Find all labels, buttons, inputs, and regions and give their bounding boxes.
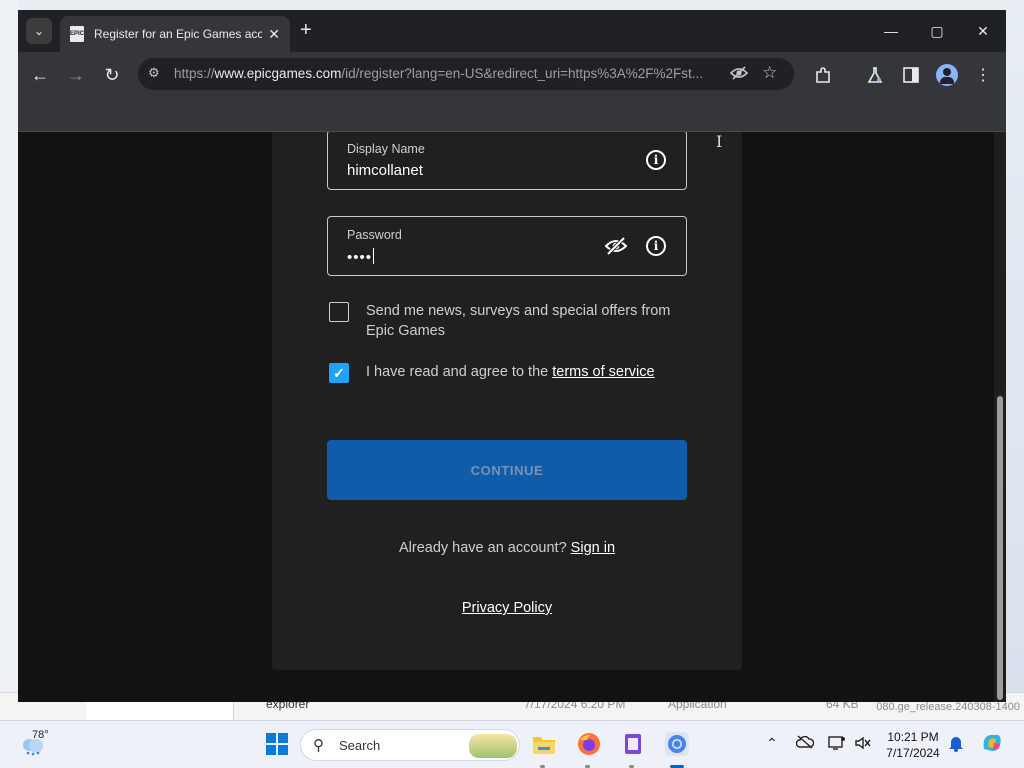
url-prefix: https://	[174, 66, 215, 81]
signin-prefix: Already have an account?	[398, 540, 571, 556]
bookmarks-bar	[18, 98, 1006, 132]
clock-time: 10:21 PM	[887, 730, 939, 744]
weather-temperature: 78°	[32, 729, 49, 741]
browser-window: ⌄ EPIC Register for an Epic Games accoun…	[18, 10, 1006, 702]
system-clock[interactable]: 10:21 PM 7/17/2024	[880, 729, 946, 761]
close-window-button[interactable]: ✕	[960, 10, 1006, 52]
password-value[interactable]: ••••	[347, 248, 375, 266]
url-text[interactable]: https://www.epicgames.com/id/register?la…	[174, 66, 734, 81]
labs-flask-icon[interactable]	[864, 64, 886, 86]
chevron-down-icon: ⌄	[33, 24, 45, 38]
continue-button[interactable]: CONTINUE	[327, 440, 687, 500]
display-name-label: Display Name	[347, 142, 425, 156]
info-icon[interactable]: i	[646, 150, 666, 170]
file-explorer-icon[interactable]	[531, 731, 557, 757]
close-tab-icon[interactable]: ✕	[268, 26, 280, 43]
password-field[interactable]: Password •••• i	[327, 216, 687, 276]
minimize-icon: —	[884, 23, 898, 39]
chevron-up-icon[interactable]: ⌃	[766, 735, 778, 752]
build-watermark: 080.ge_release.240308-1400	[876, 701, 1020, 713]
password-label: Password	[347, 228, 402, 242]
volume-muted-icon[interactable]	[854, 735, 872, 754]
desktop-left-edge	[0, 0, 18, 720]
register-card: Display Name himcollanet i Password ••••…	[272, 132, 742, 670]
checkmark-icon: ✓	[333, 364, 345, 381]
start-button[interactable]	[264, 731, 290, 757]
address-bar[interactable]: ⚙ https://www.epicgames.com/id/register?…	[138, 58, 794, 90]
page-viewport: Display Name himcollanet i Password ••••…	[18, 132, 1006, 702]
display-name-field[interactable]: Display Name himcollanet i	[327, 132, 687, 190]
sign-in-link[interactable]: Sign in	[571, 540, 615, 556]
scrollbar-thumb[interactable]	[997, 396, 1003, 700]
new-tab-icon[interactable]: +	[300, 20, 312, 40]
maximize-button[interactable]: ▢	[914, 10, 960, 52]
clock-date: 7/17/2024	[886, 746, 940, 760]
bookmark-star-icon[interactable]: ☆	[762, 63, 777, 83]
tab-epic-register[interactable]: EPIC Register for an Epic Games account …	[60, 16, 290, 52]
terms-checkbox-row[interactable]: ✓ I have read and agree to the terms of …	[329, 362, 689, 383]
tab-search-button[interactable]: ⌄	[26, 18, 52, 44]
text-caret	[373, 248, 375, 264]
browser-toolbar: ← → ↻ ⚙ https://www.epicgames.com/id/reg…	[18, 52, 1006, 98]
onedrive-cloud-icon[interactable]	[795, 735, 815, 752]
epic-favicon-icon: EPIC	[70, 26, 84, 42]
newsletter-checkbox-row[interactable]: Send me news, surveys and special offers…	[329, 301, 689, 341]
minimize-button[interactable]: —	[868, 10, 914, 52]
chrome-icon[interactable]	[664, 731, 690, 757]
firefox-icon[interactable]	[576, 731, 602, 757]
terms-checkbox[interactable]: ✓	[329, 363, 349, 383]
privacy-policy-link[interactable]: Privacy Policy	[272, 600, 742, 616]
taskbar-search[interactable]: ⚲ Search	[300, 729, 520, 761]
page-scrollbar[interactable]	[994, 132, 1006, 702]
maximize-icon: ▢	[930, 22, 944, 39]
profile-avatar[interactable]	[936, 64, 958, 86]
forward-button[interactable]: →	[65, 64, 87, 86]
newsletter-label: Send me news, surveys and special offers…	[366, 303, 671, 339]
site-settings-icon[interactable]: ⚙	[148, 65, 164, 83]
extensions-icon[interactable]	[812, 64, 834, 86]
search-icon: ⚲	[313, 737, 324, 754]
display-network-icon[interactable]	[828, 735, 846, 754]
tracking-eye-off-icon[interactable]	[729, 64, 749, 87]
arrow-left-icon: ←	[31, 64, 49, 85]
terms-label: I have read and agree to the terms of se…	[366, 362, 655, 382]
info-icon[interactable]: i	[646, 236, 666, 256]
newsletter-checkbox[interactable]	[329, 302, 349, 322]
tab-strip: ⌄ EPIC Register for an Epic Games accoun…	[18, 10, 1006, 52]
notepad-app-icon[interactable]	[620, 731, 646, 757]
reload-icon: ↻	[104, 64, 120, 85]
back-button[interactable]: ←	[29, 64, 51, 86]
terms-of-service-link[interactable]: terms of service	[552, 364, 654, 380]
search-placeholder: Search	[339, 738, 381, 753]
menu-kebab-icon[interactable]: ⋮	[972, 64, 994, 86]
close-icon: ✕	[977, 22, 989, 39]
taskbar: 78° ⚲ Search ⌃ 10:21 PM 7/17/2024	[0, 720, 1024, 768]
url-rest: /id/register?lang=en-US&redirect_uri=htt…	[341, 66, 704, 81]
url-host: www.epicgames.com	[214, 66, 342, 81]
password-dots: ••••	[347, 249, 373, 266]
arrow-right-icon: →	[67, 64, 85, 85]
tab-title: Register for an Epic Games account	[94, 27, 263, 41]
reload-button[interactable]: ↻	[101, 64, 123, 86]
notification-bell-icon[interactable]	[948, 734, 964, 755]
show-password-eye-off-icon[interactable]	[604, 236, 628, 256]
signin-row: Already have an account? Sign in	[272, 540, 742, 556]
side-panel-icon[interactable]	[900, 64, 922, 86]
display-name-value[interactable]: himcollanet	[347, 162, 423, 179]
copilot-icon[interactable]	[980, 731, 1004, 758]
search-highlight-image	[469, 734, 517, 758]
text-cursor-icon: I	[716, 132, 723, 151]
terms-prefix: I have read and agree to the	[366, 364, 553, 380]
